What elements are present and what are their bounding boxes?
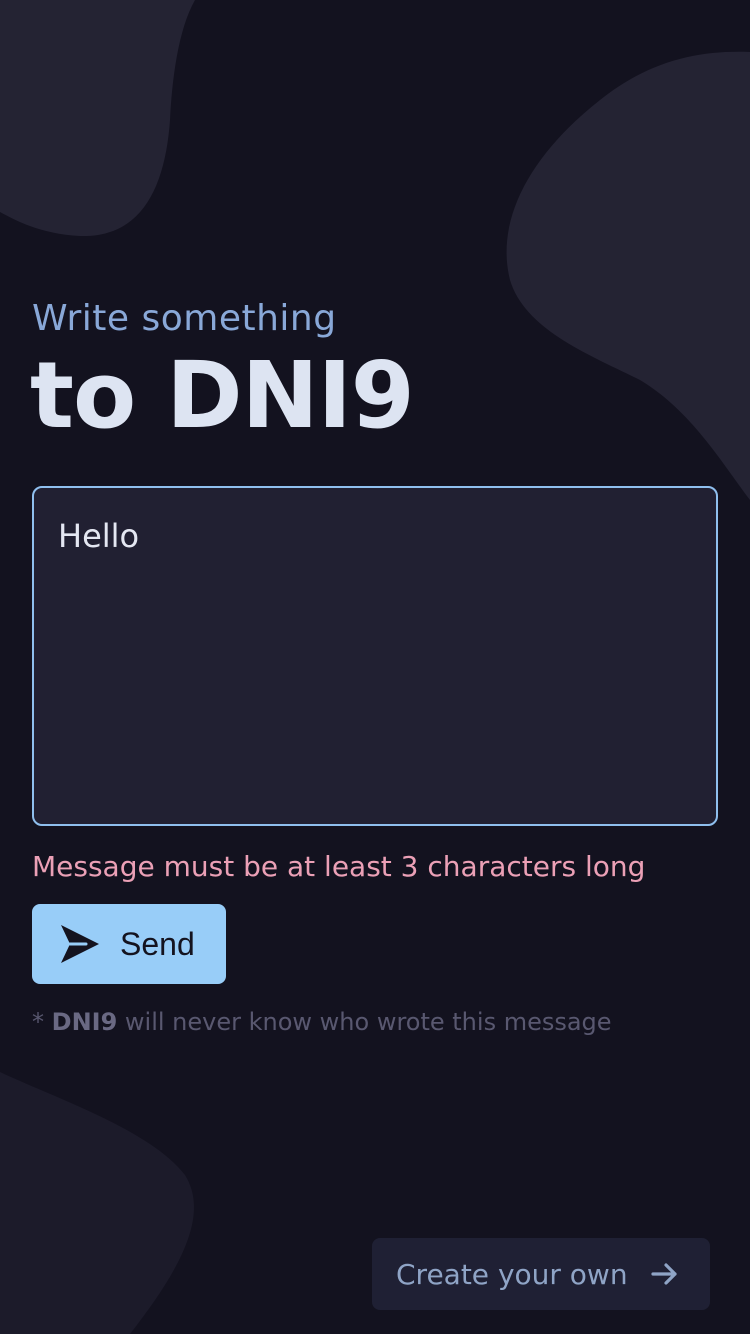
arrow-right-icon	[650, 1259, 680, 1289]
note-suffix: will never know who wrote this message	[117, 1008, 612, 1036]
message-input[interactable]: Hello	[32, 486, 718, 826]
send-button-label: Send	[120, 925, 195, 962]
note-recipient: DNI9	[51, 1008, 118, 1036]
anonymity-note: * DNI9 will never know who wrote this me…	[32, 1008, 612, 1036]
send-icon	[58, 922, 102, 966]
create-button-label: Create your own	[396, 1257, 628, 1291]
page-subtitle: Write something	[32, 298, 337, 339]
create-your-own-button[interactable]: Create your own	[372, 1238, 710, 1310]
page-title: to DNI9	[30, 342, 415, 449]
page: Write something to DNI9 Hello Message mu…	[0, 0, 750, 1334]
validation-error: Message must be at least 3 characters lo…	[32, 850, 646, 883]
note-prefix: *	[32, 1008, 52, 1036]
send-button[interactable]: Send	[32, 904, 226, 984]
